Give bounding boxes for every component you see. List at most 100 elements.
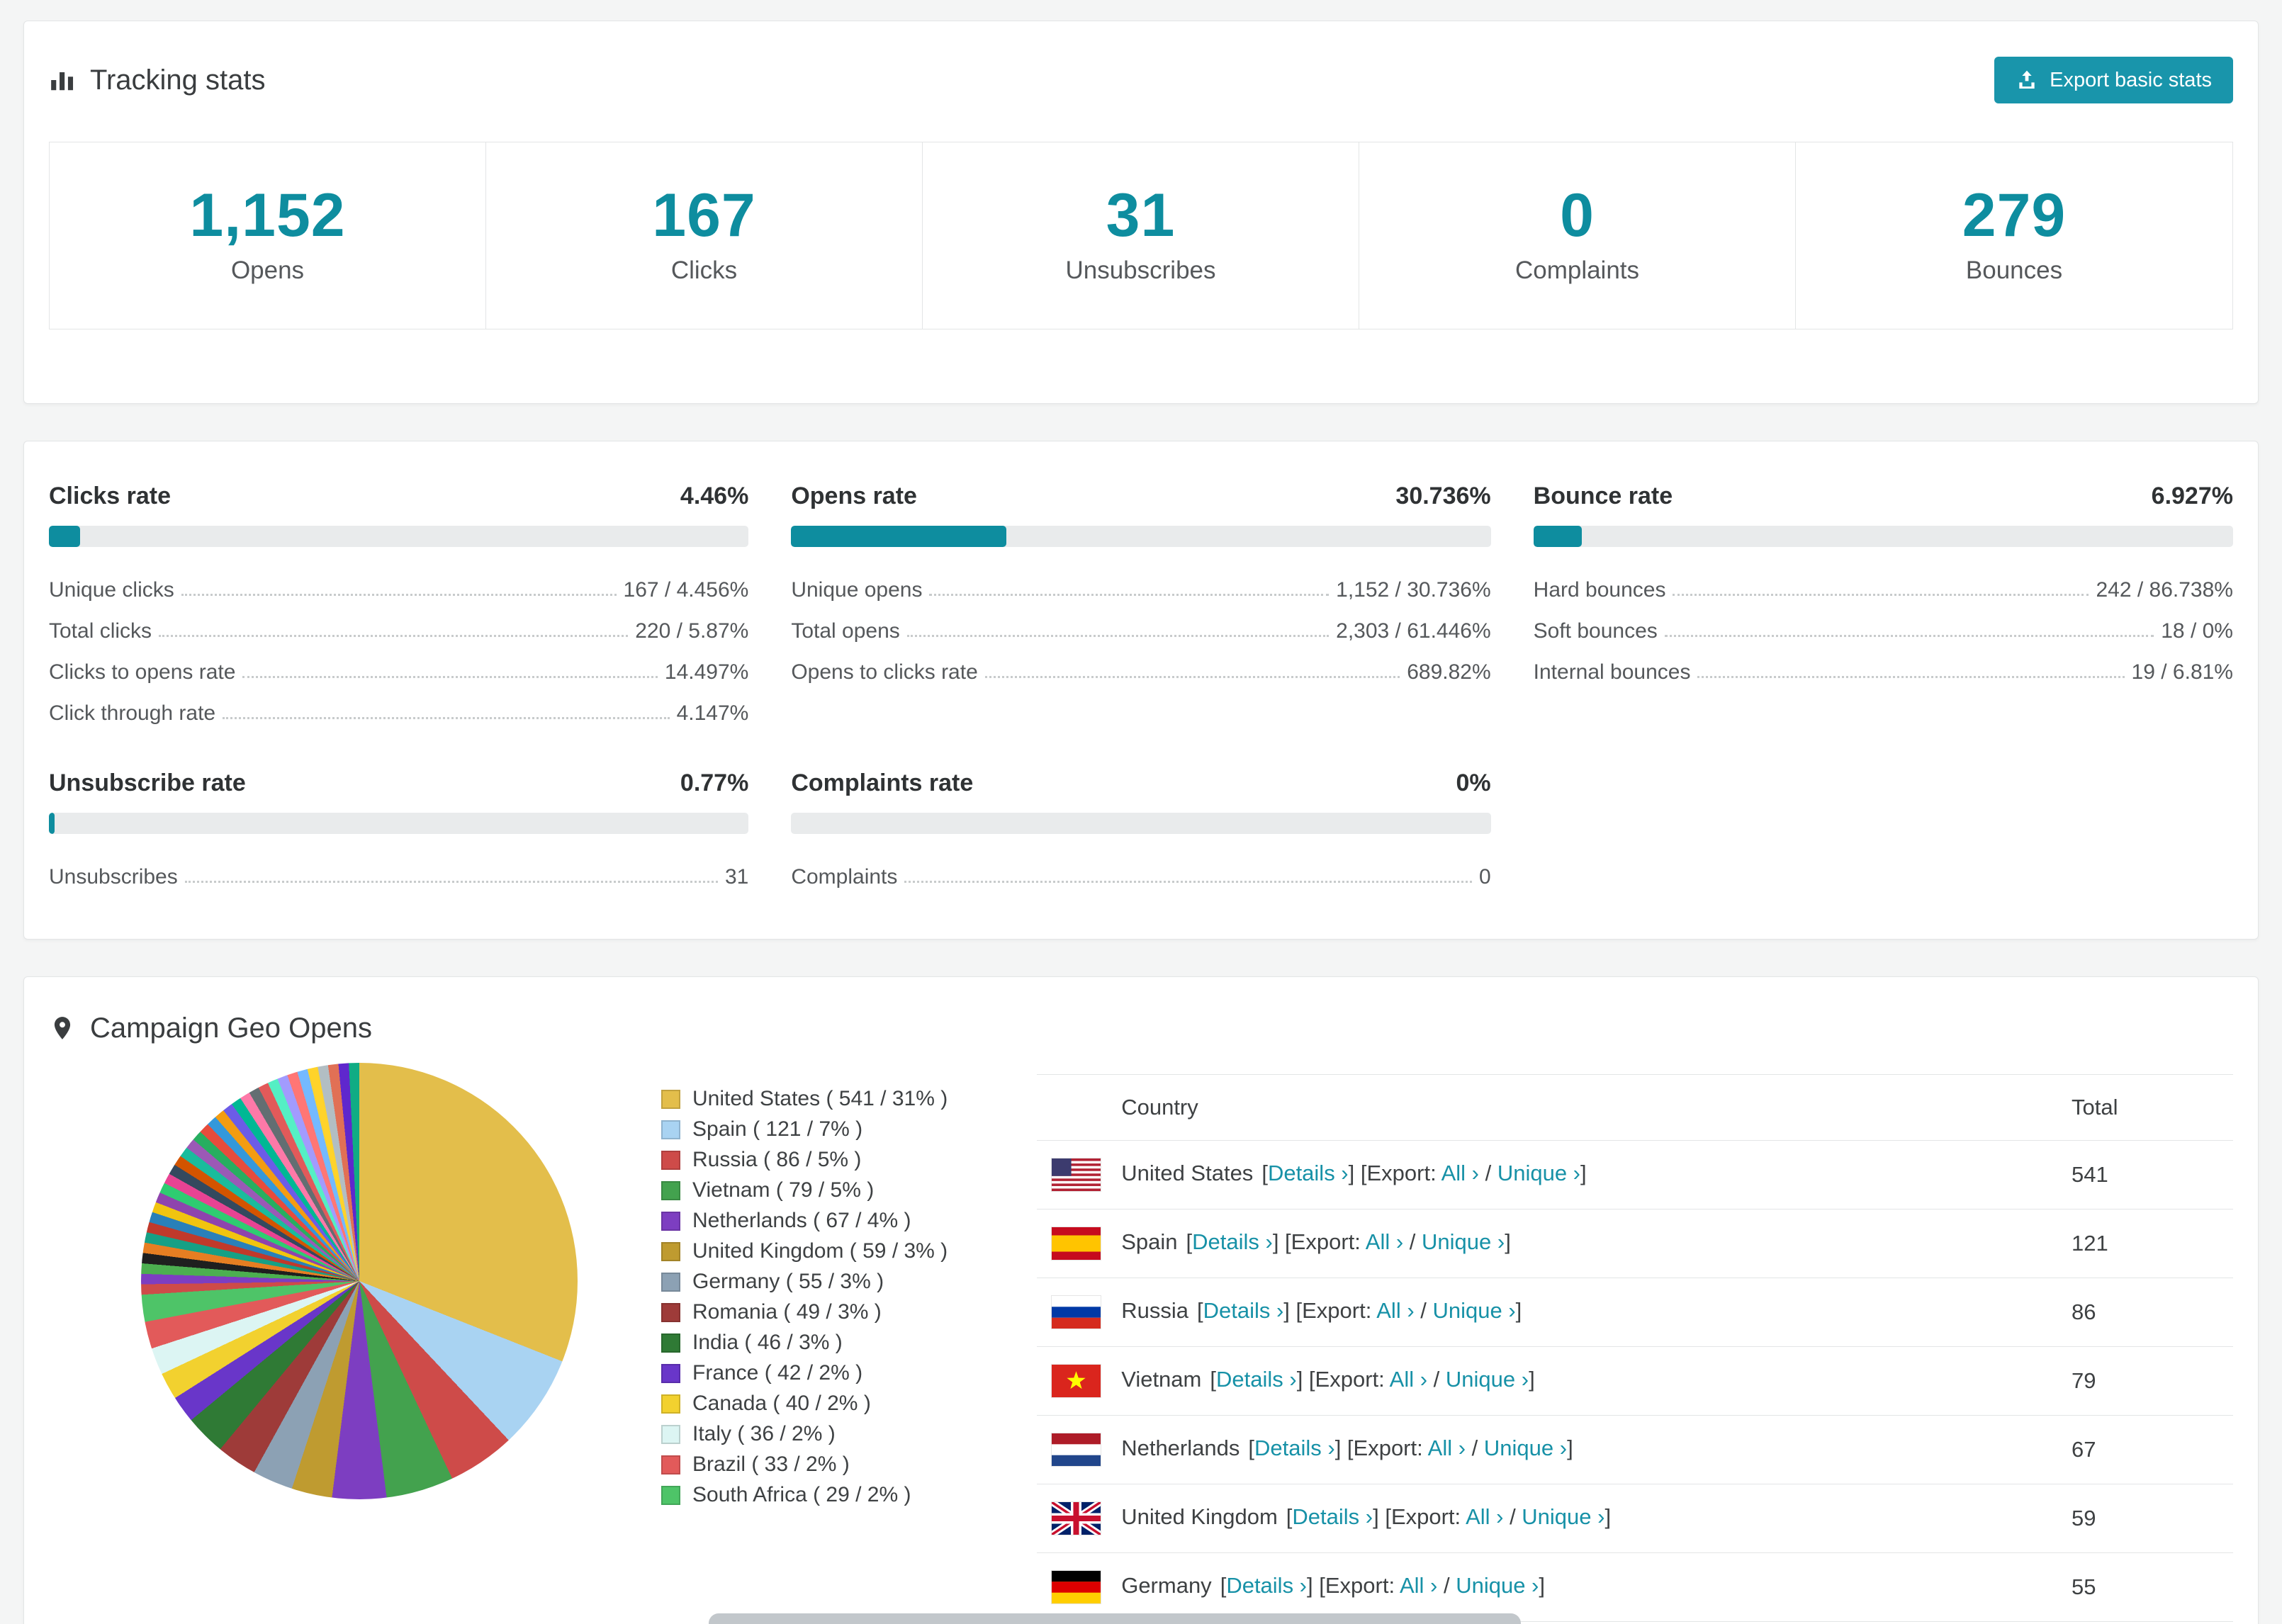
rate-progress-bar: [49, 525, 749, 547]
rate-row: Unsubscribes 31: [49, 851, 748, 892]
rate-progress-bar: [1533, 525, 2233, 547]
legend-label: Vietnam ( 79 / 5% ): [692, 1178, 875, 1202]
legend-label: France ( 42 / 2% ): [692, 1361, 863, 1385]
country-name: United States: [1121, 1160, 1254, 1185]
export-unique-link[interactable]: Unique ›: [1432, 1298, 1515, 1323]
legend-item: Canada ( 40 / 2% ): [661, 1389, 948, 1419]
rate-value: 30.736%: [1395, 482, 1491, 509]
export-all-link[interactable]: All ›: [1441, 1161, 1479, 1185]
rate-title: Unsubscribe rate: [49, 769, 246, 796]
dotted-leader: [984, 675, 1400, 678]
legend-color-swatch: [661, 1363, 680, 1383]
legend-item: Netherlands ( 67 / 4% ): [661, 1206, 948, 1236]
export-unique-link[interactable]: Unique ›: [1484, 1436, 1567, 1460]
dotted-leader: [223, 716, 670, 719]
horizontal-scrollbar-thumb[interactable]: [709, 1613, 1521, 1624]
export-all-link[interactable]: All ›: [1366, 1229, 1403, 1254]
rate-row-label: Soft bounces: [1533, 619, 1658, 643]
punctuation: /: [1403, 1229, 1422, 1254]
export-all-link[interactable]: All ›: [1466, 1504, 1503, 1529]
legend-item: South Africa ( 29 / 2% ): [661, 1480, 948, 1511]
details-link[interactable]: Details ›: [1216, 1367, 1297, 1392]
rate-value: 0%: [1456, 769, 1491, 796]
rate-row-label: Total opens: [791, 619, 900, 643]
flag-de-icon: [1052, 1570, 1101, 1603]
export-unique-link[interactable]: Unique ›: [1446, 1367, 1529, 1392]
export-unique-link[interactable]: Unique ›: [1522, 1504, 1604, 1529]
legend-item: Italy ( 36 / 2% ): [661, 1419, 948, 1450]
rate-row: Clicks to opens rate 14.497%: [49, 646, 748, 687]
stat-value: 279: [1962, 181, 2067, 249]
export-basic-stats-button[interactable]: Export basic stats: [1994, 57, 2233, 103]
country-total: 121: [2072, 1209, 2233, 1278]
geo-table-row: Vietnam [Details ›] [Export: All › / Uniq…: [1037, 1346, 2233, 1416]
flag-nl-icon: [1052, 1433, 1101, 1466]
rate-row-value: 2,303 / 61.446%: [1336, 619, 1491, 643]
rate-title: Complaints rate: [791, 769, 974, 796]
details-link[interactable]: Details ›: [1254, 1436, 1335, 1460]
export-all-link[interactable]: All ›: [1400, 1573, 1437, 1598]
geo-title-text: Campaign Geo Opens: [90, 1012, 373, 1044]
rate-row-value: 0: [1478, 864, 1491, 889]
punctuation: /: [1478, 1160, 1497, 1185]
dotted-leader: [159, 634, 629, 637]
export-all-link[interactable]: All ›: [1428, 1436, 1466, 1460]
stat-box: 0 Complaints: [1359, 142, 1796, 329]
punctuation: ] [Export:: [1307, 1572, 1400, 1598]
country-name: United Kingdom: [1121, 1504, 1278, 1529]
export-unique-link[interactable]: Unique ›: [1497, 1161, 1580, 1185]
country-name: Russia: [1121, 1297, 1188, 1323]
legend-item: Spain ( 121 / 7% ): [661, 1115, 948, 1145]
export-unique-link[interactable]: Unique ›: [1456, 1573, 1539, 1598]
country-total: 541: [2072, 1140, 2233, 1209]
rate-row: Total clicks 220 / 5.87%: [49, 605, 748, 646]
punctuation: /: [1414, 1297, 1433, 1323]
rate-block: Complaints rate 0% Complaints 0: [791, 769, 1491, 892]
tracking-stats-title: Tracking stats: [49, 64, 265, 96]
punctuation: /: [1427, 1366, 1446, 1392]
export-all-link[interactable]: All ›: [1376, 1298, 1414, 1323]
rate-row-value: 31: [724, 864, 749, 889]
stat-value: 31: [1106, 181, 1176, 249]
details-link[interactable]: Details ›: [1226, 1573, 1307, 1598]
flag-vn-icon: [1052, 1364, 1101, 1397]
rate-block: Opens rate 30.736% Unique opens 1,152 / …: [791, 482, 1491, 728]
rate-row: Hard bounces 242 / 86.738%: [1534, 564, 2233, 605]
details-link[interactable]: Details ›: [1292, 1504, 1373, 1529]
rate-rows: Complaints 0: [791, 851, 1490, 892]
rate-row-label: Internal bounces: [1533, 660, 1691, 684]
country-total: 55: [2072, 1552, 2233, 1622]
rate-title: Clicks rate: [49, 482, 171, 509]
geo-table-row: Germany [Details ›] [Export: All › / Uniq…: [1037, 1552, 2233, 1622]
rate-row-value: 1,152 / 30.736%: [1336, 577, 1491, 602]
rate-title: Opens rate: [791, 482, 917, 509]
legend-item: Russia ( 86 / 5% ): [661, 1145, 948, 1175]
geo-col-total: Total: [2072, 1073, 2233, 1141]
stat-box: 167 Clicks: [486, 142, 923, 329]
export-unique-link[interactable]: Unique ›: [1422, 1229, 1505, 1254]
details-link[interactable]: Details ›: [1203, 1298, 1284, 1323]
rate-progress-fill: [49, 525, 81, 547]
details-link[interactable]: Details ›: [1192, 1229, 1273, 1254]
rate-row: Opens to clicks rate 689.82%: [791, 646, 1490, 687]
legend-label: United Kingdom ( 59 / 3% ): [692, 1239, 948, 1263]
dotted-leader: [184, 880, 718, 883]
dotted-leader: [1673, 593, 2089, 596]
details-link[interactable]: Details ›: [1268, 1161, 1349, 1185]
country-name: Netherlands: [1121, 1435, 1240, 1460]
legend-color-swatch: [661, 1485, 680, 1505]
stat-box: 31 Unsubscribes: [923, 142, 1359, 329]
punctuation: ] [Export:: [1334, 1435, 1428, 1460]
rate-row-value: 4.147%: [676, 701, 749, 725]
rate-rows: Hard bounces 242 / 86.738% Soft bounces …: [1534, 564, 2233, 687]
dotted-leader: [181, 593, 617, 596]
legend-item: Brazil ( 33 / 2% ): [661, 1450, 948, 1480]
stat-value: 1,152: [189, 181, 346, 249]
geo-table-row: Netherlands [Details ›] [Export: All › / …: [1037, 1415, 2233, 1484]
legend-label: Canada ( 40 / 2% ): [692, 1392, 871, 1416]
dotted-leader: [1664, 634, 2154, 637]
punctuation: ] [Export:: [1348, 1160, 1441, 1185]
export-all-link[interactable]: All ›: [1390, 1367, 1427, 1392]
legend-color-swatch: [661, 1455, 680, 1474]
punctuation: ]: [1539, 1572, 1546, 1598]
